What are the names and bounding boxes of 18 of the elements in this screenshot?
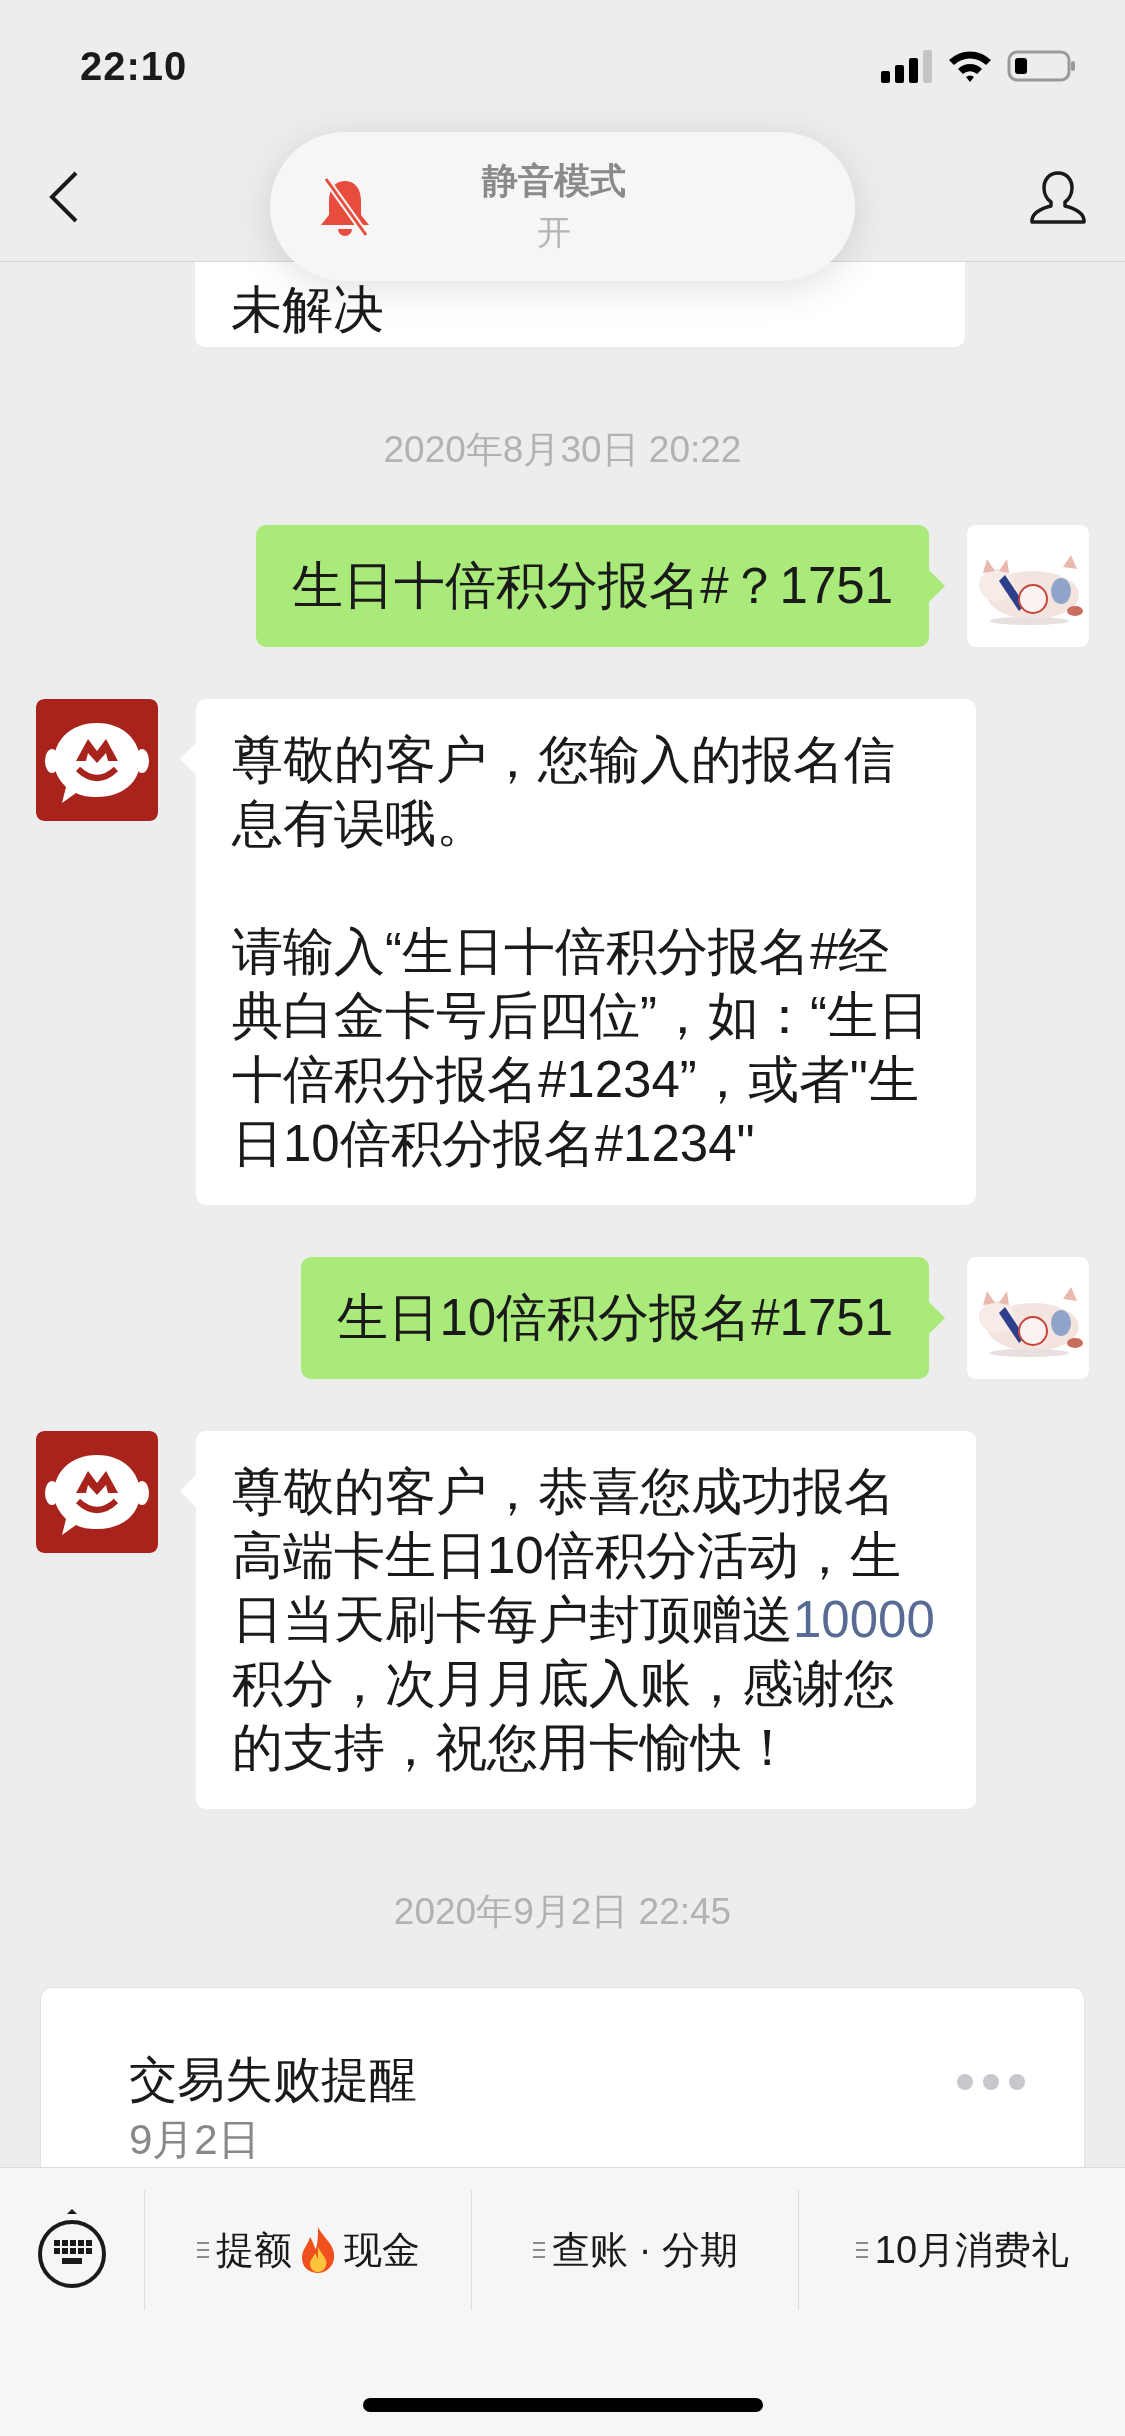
menu-button[interactable]: 提额 现金 [145, 2190, 472, 2310]
message-text: 请输入“生日十倍积分报名#经典白金卡号后四位”，如：“生日十倍积分报名#1234”，或者"生日10倍积分报名#1234" [232, 922, 930, 1174]
message-text: 生日十倍积分报名#？1751 [292, 556, 893, 616]
banner-title: 静音模式 [481, 159, 626, 203]
menu-button[interactable]: 查账 · 分期 [472, 2190, 799, 2310]
card-title: 交易失败提醒 [129, 2052, 417, 2108]
timestamp: 2020年9月2日 22:45 [393, 1891, 732, 1932]
timestamp: 2020年8月30日 20:22 [383, 429, 742, 470]
message-text: 尊敬的客户，恭喜您成功报名高端卡生日10倍积分活动，生日当天刷卡每户封顶赠送10000 积分，次月月底入账，感谢您的支持，祝您用卡愉快！ [232, 1462, 936, 1778]
points-link[interactable]: 10000 [793, 1591, 935, 1648]
menu-button[interactable]: 10月消费礼 [799, 2190, 1125, 2310]
message-text: 尊敬的客户，您输入的报名信息有误哦。 [232, 730, 896, 854]
card-date: 9月2日 [129, 2115, 260, 2165]
message-text: 未解决 [231, 284, 385, 336]
status-time: 22:10 [80, 43, 188, 89]
message-text: 生日10倍积分报名#1751 [337, 1288, 893, 1348]
notification-card[interactable]: 交易失败提醒 9月2日 [40, 1987, 1085, 2167]
banner-state: 开 [536, 212, 571, 253]
